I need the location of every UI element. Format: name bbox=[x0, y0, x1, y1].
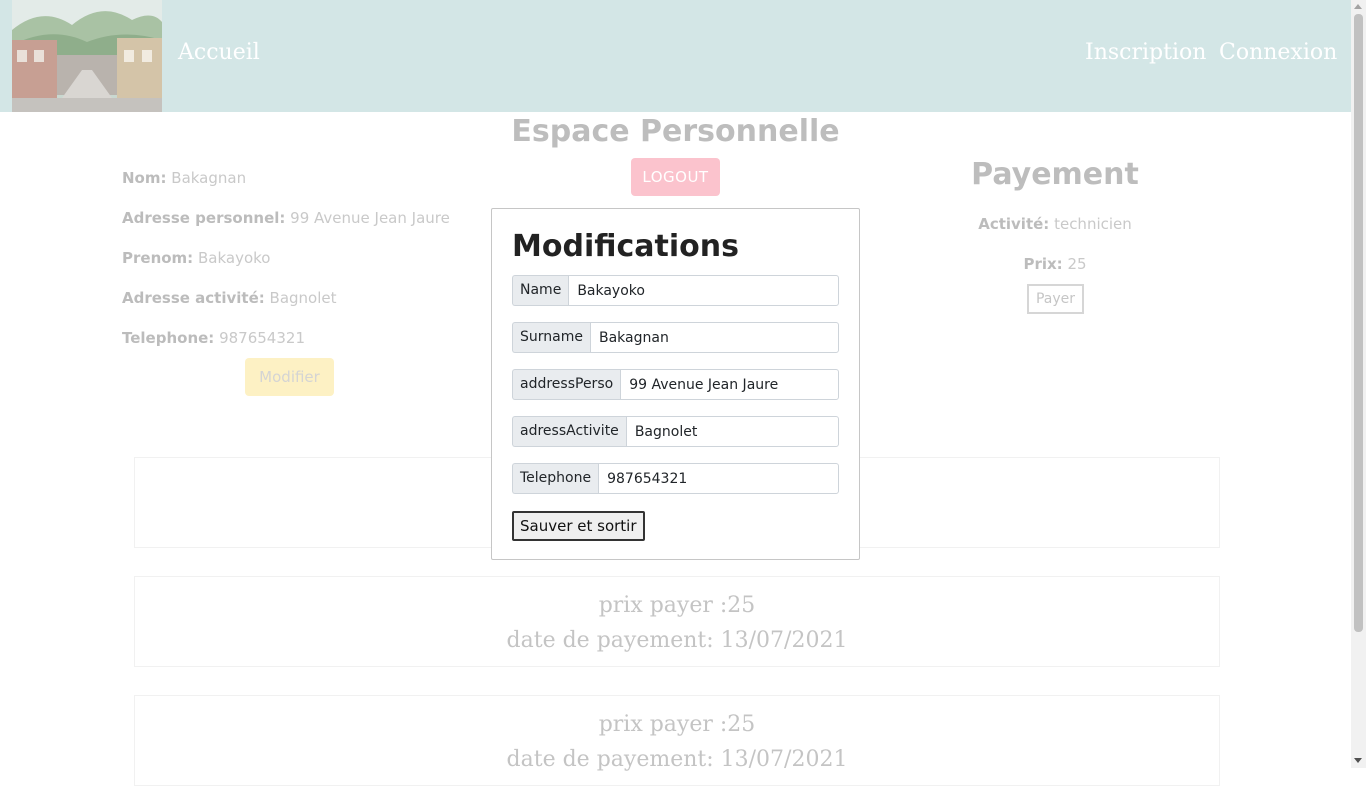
profile-value: Bakagnan bbox=[171, 169, 247, 187]
payment-history-card: prix payer :25 date de payement: 13/07/2… bbox=[134, 695, 1220, 786]
payment-history-price: prix payer :25 bbox=[598, 593, 756, 618]
profile-label: Adresse personnel: bbox=[122, 209, 286, 227]
profile-value: Bagnolet bbox=[269, 289, 337, 307]
profile-personal-address: Adresse personnel: 99 Avenue Jean Jaure bbox=[122, 209, 450, 227]
payment-title: Payement bbox=[971, 157, 1139, 192]
scroll-down-arrow-icon[interactable] bbox=[1354, 758, 1362, 763]
navbar: Accueil Inscription Connexion bbox=[0, 0, 1351, 112]
profile-value: Bakayoko bbox=[197, 249, 271, 267]
save-and-exit-button[interactable]: Sauver et sortir bbox=[512, 511, 645, 541]
pay-button[interactable]: Payer bbox=[1027, 284, 1084, 314]
payment-activity-label: Activité: bbox=[978, 215, 1050, 233]
nav-home-link[interactable]: Accueil bbox=[178, 40, 260, 65]
address-perso-input[interactable] bbox=[620, 369, 839, 400]
profile-label: Prenom: bbox=[122, 249, 194, 267]
telephone-input[interactable] bbox=[598, 463, 839, 494]
payment-history-price: prix payer :25 bbox=[598, 712, 756, 737]
name-field-group: Name bbox=[512, 275, 839, 306]
nav-login-link[interactable]: Connexion bbox=[1219, 40, 1337, 65]
logo-town-image[interactable] bbox=[12, 0, 162, 112]
surname-input[interactable] bbox=[589, 322, 839, 353]
profile-label: Nom: bbox=[122, 169, 167, 187]
payment-history-card: prix payer :25 date de payement: 13/07/2… bbox=[134, 576, 1220, 667]
profile-activity-address: Adresse activité: Bagnolet bbox=[122, 289, 337, 307]
profile-last-name: Nom: Bakagnan bbox=[122, 169, 246, 187]
page-title: Espace Personnelle bbox=[511, 114, 840, 149]
telephone-field-label: Telephone bbox=[512, 463, 599, 494]
payment-price-label: Prix: bbox=[1023, 255, 1063, 273]
modify-button[interactable]: Modifier bbox=[245, 358, 334, 396]
profile-telephone: Telephone: 987654321 bbox=[122, 329, 305, 347]
profile-label: Telephone: bbox=[122, 329, 215, 347]
telephone-field-group: Telephone bbox=[512, 463, 839, 494]
modal-title: Modifications bbox=[512, 229, 739, 264]
address-perso-field-group: addressPerso bbox=[512, 369, 839, 400]
surname-field-label: Surname bbox=[512, 322, 590, 353]
address-activite-field-group: adressActivite bbox=[512, 416, 839, 447]
profile-value: 987654321 bbox=[219, 329, 305, 347]
surname-field-group: Surname bbox=[512, 322, 839, 353]
name-field-label: Name bbox=[512, 275, 569, 306]
payment-history-date: date de payement: 13/07/2021 bbox=[506, 628, 848, 653]
payment-price: Prix: 25 bbox=[940, 255, 1170, 273]
logout-button[interactable]: LOGOUT bbox=[631, 158, 720, 196]
payment-history-date: date de payement: 13/07/2021 bbox=[506, 747, 848, 772]
payment-price-value: 25 bbox=[1067, 255, 1087, 273]
scroll-up-arrow-icon[interactable] bbox=[1354, 4, 1362, 9]
address-activite-field-label: adressActivite bbox=[512, 416, 626, 447]
payment-activity-value: technicien bbox=[1054, 215, 1132, 233]
profile-label: Adresse activité: bbox=[122, 289, 265, 307]
name-input[interactable] bbox=[568, 275, 839, 306]
page-scrollbar[interactable] bbox=[1351, 0, 1366, 768]
nav-register-link[interactable]: Inscription bbox=[1085, 40, 1206, 65]
address-activite-input[interactable] bbox=[625, 416, 839, 447]
scrollbar-thumb[interactable] bbox=[1354, 14, 1363, 632]
profile-value: 99 Avenue Jean Jaure bbox=[290, 209, 450, 227]
profile-first-name: Prenom: Bakayoko bbox=[122, 249, 270, 267]
payment-activity: Activité: technicien bbox=[940, 215, 1170, 233]
modifications-modal: Modifications Name Surname addressPerso … bbox=[491, 208, 860, 560]
address-perso-field-label: addressPerso bbox=[512, 369, 621, 400]
